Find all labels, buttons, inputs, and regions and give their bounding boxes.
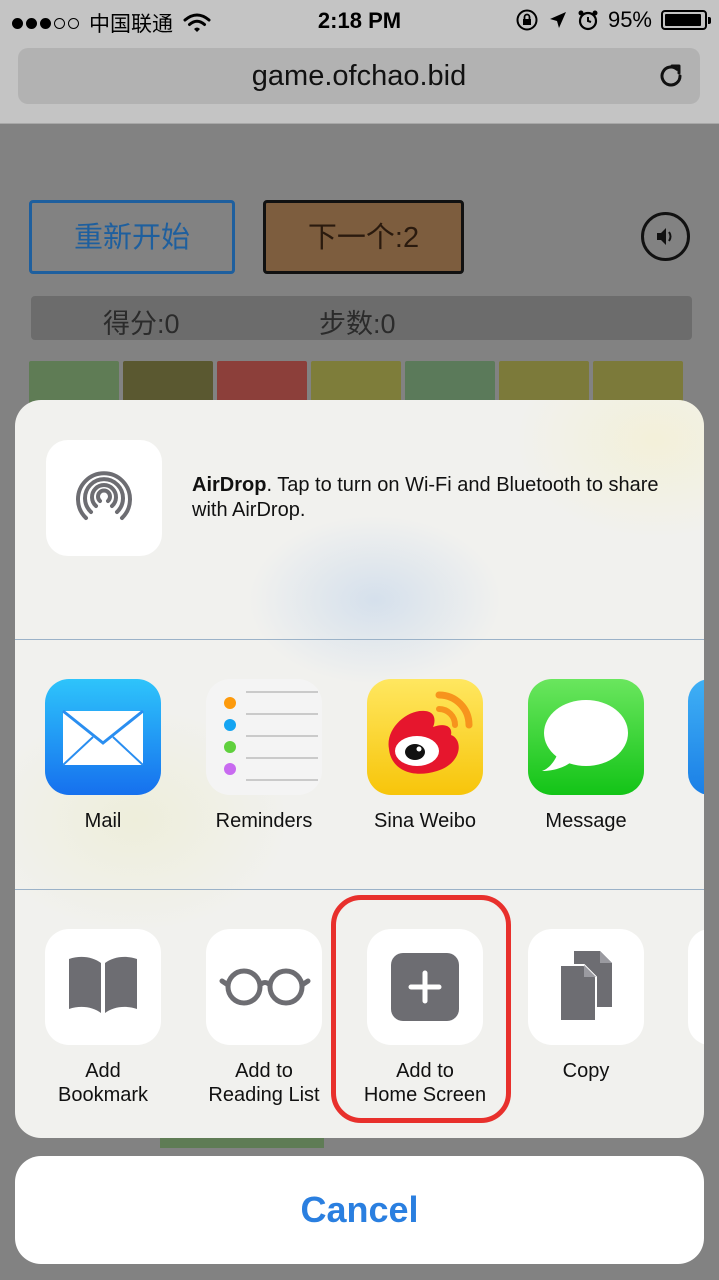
- next-piece-indicator: 下一个:2: [263, 200, 464, 274]
- message-icon[interactable]: [528, 679, 644, 795]
- action-label-line2: Reading List: [208, 1084, 320, 1106]
- action-label-line1: Copy: [562, 1060, 610, 1082]
- score-bar: 得分:0 步数:0: [31, 296, 692, 340]
- bookmark-icon[interactable]: [45, 929, 161, 1045]
- rotation-lock-icon: [516, 9, 538, 31]
- airdrop-message: AirDrop. Tap to turn on Wi-Fi and Blueto…: [192, 473, 682, 523]
- action-label-line2: Bookmark: [57, 1084, 149, 1106]
- airdrop-rings-icon: [76, 471, 132, 520]
- restart-button[interactable]: 重新开始: [29, 200, 235, 274]
- reload-icon[interactable]: [656, 61, 686, 91]
- share-apps-row[interactable]: Mail Reminders Sina Weibo Message: [15, 640, 704, 890]
- cancel-button[interactable]: Cancel: [15, 1156, 704, 1264]
- location-icon: [549, 12, 566, 28]
- speaker-icon: [657, 228, 672, 245]
- alarm-icon: [578, 10, 598, 31]
- airdrop-section[interactable]: AirDrop. Tap to turn on Wi-Fi and Blueto…: [15, 400, 704, 640]
- copy-icon[interactable]: [528, 929, 644, 1045]
- action-label: Add to Reading List: [184, 1059, 344, 1107]
- mail-icon[interactable]: [45, 679, 161, 795]
- airdrop-icon[interactable]: [46, 440, 162, 556]
- share-app-label: Sina Weibo: [374, 810, 476, 832]
- action-label: Copy: [506, 1059, 666, 1083]
- score-label: 得分:0: [103, 309, 180, 339]
- share-action-more-icon[interactable]: [688, 929, 704, 1045]
- action-label-line1: Add to: [235, 1060, 293, 1082]
- share-app-label: Message: [545, 810, 627, 832]
- steps-label: 步数:0: [319, 309, 396, 339]
- url-text: game.ofchao.bid: [251, 60, 467, 92]
- browser-toolbar: game.ofchao.bid: [0, 40, 719, 124]
- share-app-more-icon[interactable]: [688, 679, 704, 795]
- highlight-annotation: [331, 895, 511, 1123]
- battery-icon: [661, 10, 711, 30]
- battery-level: [665, 14, 702, 26]
- battery-percent: 95%: [607, 7, 652, 32]
- reminders-icon[interactable]: [206, 679, 322, 795]
- action-label: Add Bookmark: [23, 1059, 183, 1107]
- sound-toggle-button[interactable]: [641, 212, 690, 261]
- airdrop-title: AirDrop: [192, 474, 267, 496]
- glasses-icon[interactable]: [206, 929, 322, 1045]
- share-app-label: Reminders: [215, 810, 313, 832]
- weibo-icon[interactable]: [367, 679, 483, 795]
- status-right: 95%: [515, 7, 711, 33]
- share-app-label: Mail: [84, 810, 122, 832]
- address-bar[interactable]: game.ofchao.bid: [18, 48, 700, 104]
- status-bar: 中国联通 2:18 PM 95%: [0, 0, 719, 40]
- action-label-line1: Add: [85, 1060, 121, 1082]
